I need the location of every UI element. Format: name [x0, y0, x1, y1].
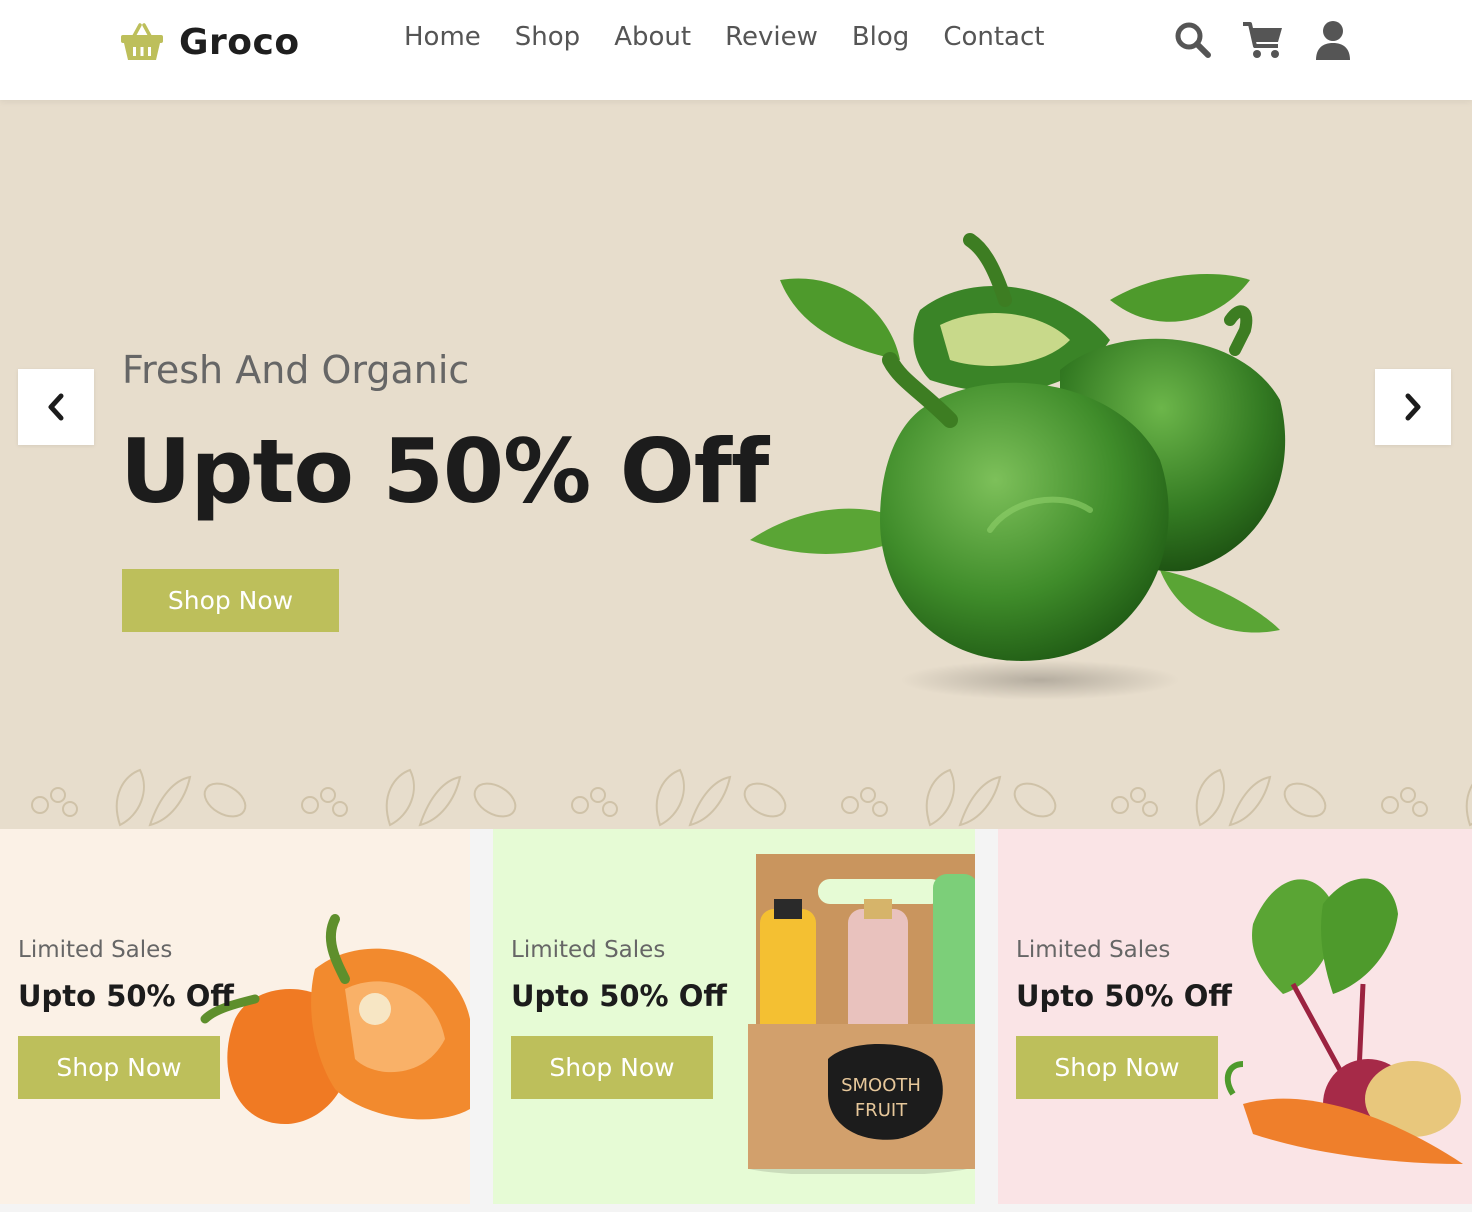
- orange-pepper-image: [200, 914, 470, 1124]
- card-label: Limited Sales: [511, 937, 666, 963]
- hero-title: Upto 50% Off: [120, 420, 769, 523]
- promo-card-orange-pepper: Limited Sales Upto 50% Off Shop Now: [0, 829, 470, 1204]
- card-title: Upto 50% Off: [18, 979, 234, 1013]
- card-label: Limited Sales: [18, 937, 173, 963]
- nav-about[interactable]: About: [614, 22, 691, 52]
- card-shop-now-button[interactable]: Shop Now: [1016, 1036, 1218, 1099]
- svg-text:FRUIT: FRUIT: [855, 1100, 908, 1121]
- brand-name: Groco: [179, 21, 300, 63]
- beetroot-carrot-image: [1224, 878, 1463, 1164]
- hero-slider: Fresh And Organic Upto 50% Off Shop Now: [0, 100, 1472, 829]
- chevron-right-icon: [1405, 393, 1421, 421]
- chevron-left-icon: [48, 393, 64, 421]
- nav-shop[interactable]: Shop: [515, 22, 580, 52]
- logo[interactable]: Groco: [120, 18, 300, 66]
- nav-home[interactable]: Home: [404, 22, 481, 52]
- nav-blog[interactable]: Blog: [852, 22, 909, 52]
- main-nav: Home Shop About Review Blog Contact: [404, 22, 1044, 52]
- slider-prev-button[interactable]: [18, 369, 94, 445]
- hero-shop-now-button[interactable]: Shop Now: [122, 569, 339, 632]
- promo-card-smooth-fruit: SMOOTH FRUIT Limited Sales Upto 50% Off …: [493, 829, 975, 1204]
- user-icon[interactable]: [1312, 18, 1354, 62]
- card-label: Limited Sales: [1016, 937, 1171, 963]
- juice-box-image: SMOOTH FRUIT: [748, 854, 975, 1174]
- search-icon[interactable]: [1172, 18, 1214, 62]
- leaf-pattern-decoration: [31, 768, 1472, 827]
- svg-text:SMOOTH: SMOOTH: [841, 1075, 921, 1096]
- card-title: Upto 50% Off: [1016, 979, 1232, 1013]
- nav-contact[interactable]: Contact: [943, 22, 1044, 52]
- site-header: Groco Home Shop About Review Blog Contac…: [0, 0, 1472, 100]
- nav-review[interactable]: Review: [725, 22, 818, 52]
- card-title: Upto 50% Off: [511, 979, 727, 1013]
- hero-subtitle: Fresh And Organic: [122, 348, 470, 392]
- card-shop-now-button[interactable]: Shop Now: [18, 1036, 220, 1099]
- green-peppers-image: [750, 233, 1286, 700]
- promo-cards: Limited Sales Upto 50% Off Shop Now SMOO…: [0, 829, 1472, 1212]
- header-actions: [1172, 18, 1354, 62]
- promo-card-vegetables: Limited Sales Upto 50% Off Shop Now: [998, 829, 1472, 1204]
- cart-icon[interactable]: [1242, 18, 1284, 62]
- card-shop-now-button[interactable]: Shop Now: [511, 1036, 713, 1099]
- basket-icon: [121, 23, 163, 60]
- slider-next-button[interactable]: [1375, 369, 1451, 445]
